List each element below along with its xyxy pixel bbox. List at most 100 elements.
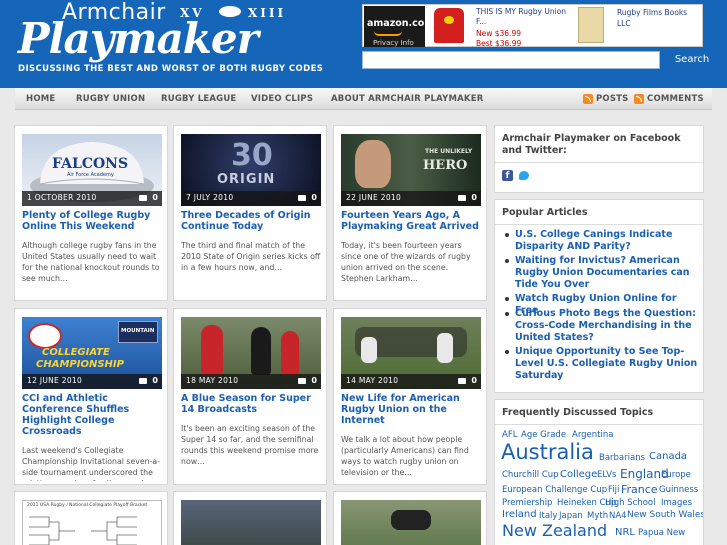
- tag-link[interactable]: Myth: [587, 511, 608, 521]
- tag-link[interactable]: ELVs: [597, 470, 616, 480]
- facebook-icon[interactable]: f: [502, 170, 513, 181]
- post-thumbnail[interactable]: 18 MAY 2010 0: [181, 317, 321, 389]
- comment-count[interactable]: 0: [311, 376, 317, 385]
- comment-count[interactable]: 0: [152, 193, 158, 202]
- tag-link[interactable]: High School: [605, 498, 655, 508]
- ad-product-title[interactable]: THIS IS MY Rugby Union F...: [476, 7, 566, 27]
- tag-link[interactable]: AFL: [502, 430, 517, 440]
- tag-link[interactable]: Canada: [649, 451, 687, 462]
- comment-icon: [458, 195, 466, 201]
- post-title[interactable]: Plenty of College Rugby Online This Week…: [22, 210, 164, 232]
- site-header: Armchair XV XIII Playmaker DISCUSSING TH…: [0, 0, 727, 88]
- post-thumbnail[interactable]: 14 MAY 2010 0: [341, 317, 481, 389]
- comment-icon: [139, 378, 147, 384]
- amazon-smile-icon: [374, 31, 402, 36]
- nav-rugby-league[interactable]: RUGBY LEAGUE: [161, 88, 236, 110]
- tag-link[interactable]: Japan: [559, 511, 583, 521]
- tag-link[interactable]: Italy: [539, 511, 557, 521]
- post-card: 18 MAY 2010 0 A Blue Season for Super 14 …: [173, 308, 327, 485]
- tag-link[interactable]: NRL: [615, 527, 635, 538]
- post-thumbnail[interactable]: [341, 500, 481, 545]
- player-white-image: [361, 337, 377, 363]
- post-title[interactable]: Fourteen Years Ago, A Playmaking Great A…: [341, 210, 483, 232]
- comment-icon: [298, 195, 306, 201]
- popular-article-link[interactable]: Unique Opportunity to See Top-Level U.S.…: [505, 346, 699, 382]
- post-excerpt: We talk a lot about how people (particul…: [341, 435, 469, 477]
- post-card: FALCONS Air Force Academy 1 OCTOBER 2010…: [14, 125, 168, 301]
- popular-articles-widget: Popular Articles U.S. College Canings In…: [494, 199, 704, 393]
- nav-rugby-union[interactable]: RUGBY UNION: [76, 88, 145, 110]
- nav-video-clips[interactable]: VIDEO CLIPS: [251, 88, 313, 110]
- bracket-image: [29, 516, 137, 545]
- tag-link[interactable]: Fiji: [608, 485, 619, 495]
- unlikely-text: THE UNLIKELY: [425, 148, 473, 155]
- twitter-icon[interactable]: [519, 171, 529, 180]
- player-red-image-2: [281, 331, 299, 375]
- logo-playmaker[interactable]: Playmaker: [18, 14, 259, 63]
- tag-link[interactable]: New Zealand: [502, 521, 607, 540]
- main-nav: HOME RUGBY UNION RUGBY LEAGUE VIDEO CLIP…: [15, 88, 712, 110]
- nav-comments-feed[interactable]: COMMENTS: [647, 88, 704, 110]
- tag-link[interactable]: College: [560, 469, 597, 480]
- tag-link[interactable]: Ireland: [502, 509, 537, 520]
- nav-home[interactable]: HOME: [26, 88, 55, 110]
- tag-link[interactable]: Barbarians: [599, 453, 645, 463]
- post-thumbnail[interactable]: 2011 USA Rugby / National Collegiate Pla…: [22, 500, 162, 545]
- post-thumbnail[interactable]: THE UNLIKELY HERO 22 JUNE 2010 0: [341, 134, 481, 206]
- post-thumbnail[interactable]: 30 ORIGIN 7 JULY 2010 0: [181, 134, 321, 206]
- tag-link[interactable]: Churchill Cup: [502, 470, 559, 480]
- amazon-logo[interactable]: amazon.com Privacy Info: [364, 6, 434, 47]
- popular-article-link[interactable]: U.S. College Canings Indicate Disparity …: [505, 229, 699, 253]
- nav-about[interactable]: ABOUT ARMCHAIR PLAYMAKER: [331, 88, 483, 110]
- tag-link[interactable]: Images: [661, 498, 692, 508]
- post-title[interactable]: Three Decades of Origin Continue Today: [181, 210, 323, 232]
- tag-link[interactable]: France: [621, 483, 658, 496]
- post-thumbnail[interactable]: FALCONS Air Force Academy 1 OCTOBER 2010…: [22, 134, 162, 206]
- comment-icon: [458, 378, 466, 384]
- popular-article-link[interactable]: Curious Photo Begs the Question: Cross-C…: [505, 308, 699, 344]
- player-face-image: [355, 140, 391, 188]
- privacy-info-link[interactable]: Privacy Info: [373, 39, 414, 47]
- tag-link[interactable]: European Challenge Cup: [502, 485, 607, 495]
- collegiate-text: COLLEGIATE: [42, 347, 110, 358]
- ad-product-title-2[interactable]: Rugby Films Books LLC: [617, 7, 697, 29]
- tag-link[interactable]: Guinness: [659, 485, 698, 495]
- post-title[interactable]: A Blue Season for Super 14 Broadcasts: [181, 393, 323, 415]
- air-force-text: Air Force Academy: [67, 172, 114, 178]
- tag-link[interactable]: Australia: [501, 440, 594, 464]
- search-button[interactable]: Search: [664, 51, 720, 69]
- rss-icon[interactable]: [583, 94, 593, 104]
- player-white-image-2: [437, 333, 453, 363]
- post-excerpt: The third and final match of the 2010 St…: [181, 241, 321, 272]
- post-title[interactable]: New Life for American Rugby Union on the…: [341, 393, 483, 426]
- comment-count[interactable]: 0: [471, 376, 477, 385]
- post-card: 30 ORIGIN 7 JULY 2010 0 Three Decades of …: [173, 125, 327, 301]
- tag-link[interactable]: Argentina: [572, 430, 613, 440]
- post-title[interactable]: CCI and Athletic Conference Shuffles Hig…: [22, 393, 150, 437]
- tag-link[interactable]: Europe: [661, 470, 691, 480]
- topics-widget: Frequently Discussed Topics AFL Age Grad…: [494, 399, 704, 545]
- tag-link[interactable]: Age Grade: [521, 430, 566, 440]
- origin-30-text: 30: [231, 138, 273, 173]
- tag-link[interactable]: Papua New: [638, 528, 685, 538]
- post-thumbnail[interactable]: [181, 500, 321, 545]
- search-input[interactable]: [362, 51, 660, 69]
- shirt-logo-icon: [444, 16, 454, 24]
- post-date: 7 JULY 2010: [186, 193, 234, 202]
- tag-link[interactable]: NA4: [609, 511, 627, 521]
- rugby-shirt-image[interactable]: [434, 8, 464, 43]
- comment-count[interactable]: 0: [152, 376, 158, 385]
- amazon-ad-banner[interactable]: amazon.com Privacy Info THIS IS MY Rugby…: [362, 4, 703, 48]
- player-image: [391, 510, 431, 530]
- popular-article-link[interactable]: Waiting for Invictus? American Rugby Uni…: [505, 255, 699, 291]
- book-cover-image[interactable]: [578, 7, 604, 43]
- rss-icon[interactable]: [634, 94, 644, 104]
- tag-link[interactable]: Premiership: [502, 498, 552, 508]
- post-thumbnail[interactable]: MOUNTAIN COLLEGIATE CHAMPIONSHIP 12 JUNE…: [22, 317, 162, 389]
- social-widget: Armchair Playmaker on Facebook and Twitt…: [494, 125, 704, 193]
- comment-count[interactable]: 0: [471, 193, 477, 202]
- tag-link[interactable]: New South Wales: [627, 510, 703, 520]
- comment-count[interactable]: 0: [311, 193, 317, 202]
- ad-price-new: New $36.99: [476, 29, 521, 38]
- nav-posts-feed[interactable]: POSTS: [596, 88, 629, 110]
